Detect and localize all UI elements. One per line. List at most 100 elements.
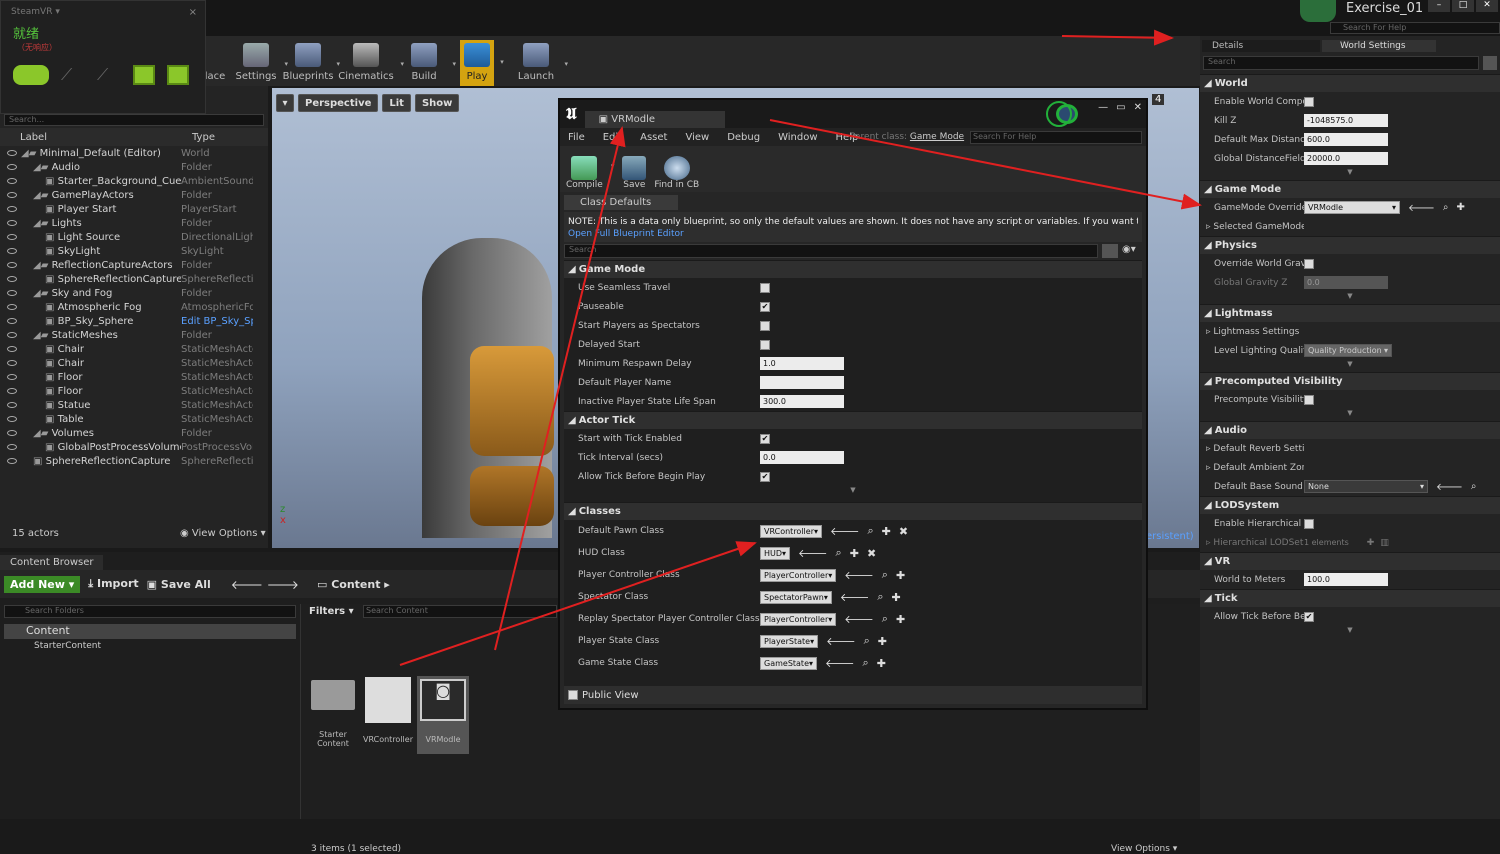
outliner-row[interactable]: ▣ ChairStaticMeshActor xyxy=(0,356,268,370)
public-view-checkbox[interactable] xyxy=(568,690,578,700)
browse-icon[interactable]: ⌕ xyxy=(864,634,870,648)
steamvr-tray-icon[interactable] xyxy=(1300,0,1336,22)
outliner-row[interactable]: ▣ TableStaticMeshActor xyxy=(0,412,268,426)
outliner-row[interactable]: ▣ Light Source DirectionalLight xyxy=(0,230,268,244)
enable-hlod-checkbox[interactable] xyxy=(1304,518,1314,529)
section-world[interactable]: ◢ World xyxy=(1200,74,1500,92)
grid-view-icon[interactable] xyxy=(1102,244,1118,258)
compile-button[interactable]: Compile xyxy=(566,156,603,190)
menu-item[interactable]: View xyxy=(685,132,709,143)
toolbar-blueprints-button[interactable]: Blueprints ▾ xyxy=(282,40,340,86)
section-classes[interactable]: ◢ Classes xyxy=(564,502,1142,520)
menu-item[interactable]: Window xyxy=(778,132,817,143)
section-game-mode[interactable]: ◢ Game Mode xyxy=(564,260,1142,278)
clear-icon[interactable]: ✖ xyxy=(899,525,908,538)
prop-number-input[interactable]: 600.0 xyxy=(1304,133,1388,146)
section-tick[interactable]: ◢ Tick xyxy=(1200,589,1500,607)
add-icon[interactable]: ✚ xyxy=(896,613,905,626)
eye-icon[interactable] xyxy=(7,360,17,366)
use-selected-icon[interactable]: 🡐 xyxy=(825,656,855,670)
browse-icon[interactable]: ⌕ xyxy=(863,656,869,670)
expand-arrow[interactable]: ▼ xyxy=(1200,626,1500,638)
maximize-button[interactable]: □ xyxy=(1452,0,1474,12)
section-lodsystem[interactable]: ◢ LODSystem xyxy=(1200,496,1500,514)
eye-icon[interactable] xyxy=(7,332,17,338)
outliner-row[interactable]: ▣ GlobalPostProcessVolumePostProcessVolu xyxy=(0,440,268,454)
row-type[interactable]: Edit BP_Sky_Sp xyxy=(181,316,253,327)
browse-icon[interactable]: ⌕ xyxy=(882,612,888,626)
save-all-button[interactable]: ▣ Save All xyxy=(147,578,211,591)
class-dropdown[interactable]: PlayerController ▾ xyxy=(760,568,837,582)
selected-gamemode-row[interactable]: ▹ Selected GameMode xyxy=(1200,217,1500,236)
eye-icon[interactable] xyxy=(7,150,17,156)
expand-arrow[interactable]: ▼ xyxy=(1200,409,1500,421)
world-to-meters-input[interactable]: 100.0 xyxy=(1304,573,1388,586)
class-dropdown[interactable]: GameState ▾ xyxy=(760,656,818,670)
add-icon[interactable]: ✚ xyxy=(896,569,905,582)
add-icon[interactable]: ✚ xyxy=(878,635,887,648)
eye-icon[interactable] xyxy=(7,388,17,394)
trash-icon[interactable]: ▥ xyxy=(1380,538,1389,548)
eye-icon[interactable] xyxy=(7,178,17,184)
gamemode-override-dropdown[interactable]: VRModle ▾ xyxy=(1304,201,1400,214)
prop-number-input[interactable]: 0.0 xyxy=(760,451,844,464)
outliner-row[interactable]: ◢▰ Audio Folder xyxy=(0,160,268,174)
class-defaults-tab[interactable]: Class Defaults xyxy=(564,195,678,210)
outliner-row[interactable]: ▣ Starter_Background_Cue AmbientSound xyxy=(0,174,268,188)
eye-icon[interactable] xyxy=(7,192,17,198)
expand-arrow[interactable]: ▼ xyxy=(1200,292,1500,304)
eye-icon[interactable] xyxy=(7,290,17,296)
outliner-row[interactable]: ▣ SkyLight SkyLight xyxy=(0,244,268,258)
section-lightmass[interactable]: ◢ Lightmass xyxy=(1200,304,1500,322)
col-type[interactable]: Type xyxy=(192,132,215,143)
add-new-button[interactable]: Add New ▾ xyxy=(4,575,81,593)
tree-item-content[interactable]: Content xyxy=(4,624,296,639)
open-full-editor-link[interactable]: Open Full Blueprint Editor xyxy=(568,228,1138,240)
outliner-row[interactable]: ◢▰ ReflectionCaptureActors Folder xyxy=(0,258,268,272)
camera-speed[interactable]: 4 xyxy=(1152,94,1165,105)
minimize-button[interactable]: — xyxy=(1098,102,1108,113)
expand-arrow[interactable]: ▼ xyxy=(564,486,1142,498)
prop-checkbox[interactable]: ✔ xyxy=(760,433,770,444)
outliner-row[interactable]: ◢▰ Lights Folder xyxy=(0,216,268,230)
clear-icon[interactable]: ✖ xyxy=(867,547,876,560)
play-options-dropdown[interactable]: ▾ xyxy=(494,58,510,86)
use-selected-icon[interactable]: 🡐 xyxy=(840,590,870,604)
steamvr-title[interactable]: SteamVR ▾ xyxy=(1,1,205,23)
close-icon[interactable]: × xyxy=(189,7,197,18)
save-button[interactable]: Save xyxy=(622,156,647,190)
toolbar-settings-button[interactable]: Settings ▾ xyxy=(230,40,288,86)
col-label[interactable]: Label xyxy=(20,132,192,143)
add-icon[interactable]: ✚ xyxy=(892,591,901,604)
cb-view-options[interactable]: View Options ▾ xyxy=(1111,844,1177,854)
outliner-row[interactable]: ▣ FloorStaticMeshActor xyxy=(0,384,268,398)
outliner-row[interactable]: ◢▰ GamePlayActors Folder xyxy=(0,188,268,202)
section-physics[interactable]: ◢ Physics xyxy=(1200,236,1500,254)
eye-icon[interactable] xyxy=(7,262,17,268)
eye-icon[interactable] xyxy=(7,164,17,170)
expand-arrow[interactable]: ▼ xyxy=(1200,360,1500,372)
prop-checkbox[interactable] xyxy=(760,282,770,293)
eye-icon[interactable] xyxy=(7,318,17,324)
use-selected-icon[interactable]: 🡐 xyxy=(844,568,874,582)
prop-checkbox[interactable]: ✔ xyxy=(760,471,770,482)
precompute-checkbox[interactable] xyxy=(1304,394,1314,405)
find-in-cb-button[interactable]: Find in CB xyxy=(654,156,699,190)
outliner-row[interactable]: ◢▰ Volumes Folder xyxy=(0,426,268,440)
section-vr[interactable]: ◢ VR xyxy=(1200,552,1500,570)
search-content-input[interactable]: Search Content xyxy=(363,605,557,618)
perspective-button[interactable]: Perspective xyxy=(298,94,379,112)
tab-vrmodle[interactable]: ▣ VRModle xyxy=(584,111,725,128)
prop-checkbox[interactable] xyxy=(760,339,770,350)
prop-number-input[interactable]: 20000.0 xyxy=(1304,152,1388,165)
add-icon[interactable]: ✚ xyxy=(877,657,886,670)
class-dropdown[interactable]: HUD ▾ xyxy=(760,546,791,560)
outliner-view-options[interactable]: ◉ View Options ▾ xyxy=(180,528,266,539)
eye-icon[interactable] xyxy=(7,220,17,226)
expand-arrow[interactable]: ▼ xyxy=(1200,168,1500,180)
section-actor-tick[interactable]: ◢ Actor Tick xyxy=(564,411,1142,429)
eye-icon[interactable] xyxy=(7,430,17,436)
menu-item[interactable]: Asset xyxy=(640,132,667,143)
ambient-row[interactable]: ▹ Default Ambient Zone xyxy=(1200,458,1500,477)
search-folders-input[interactable]: Search Folders xyxy=(4,605,296,618)
